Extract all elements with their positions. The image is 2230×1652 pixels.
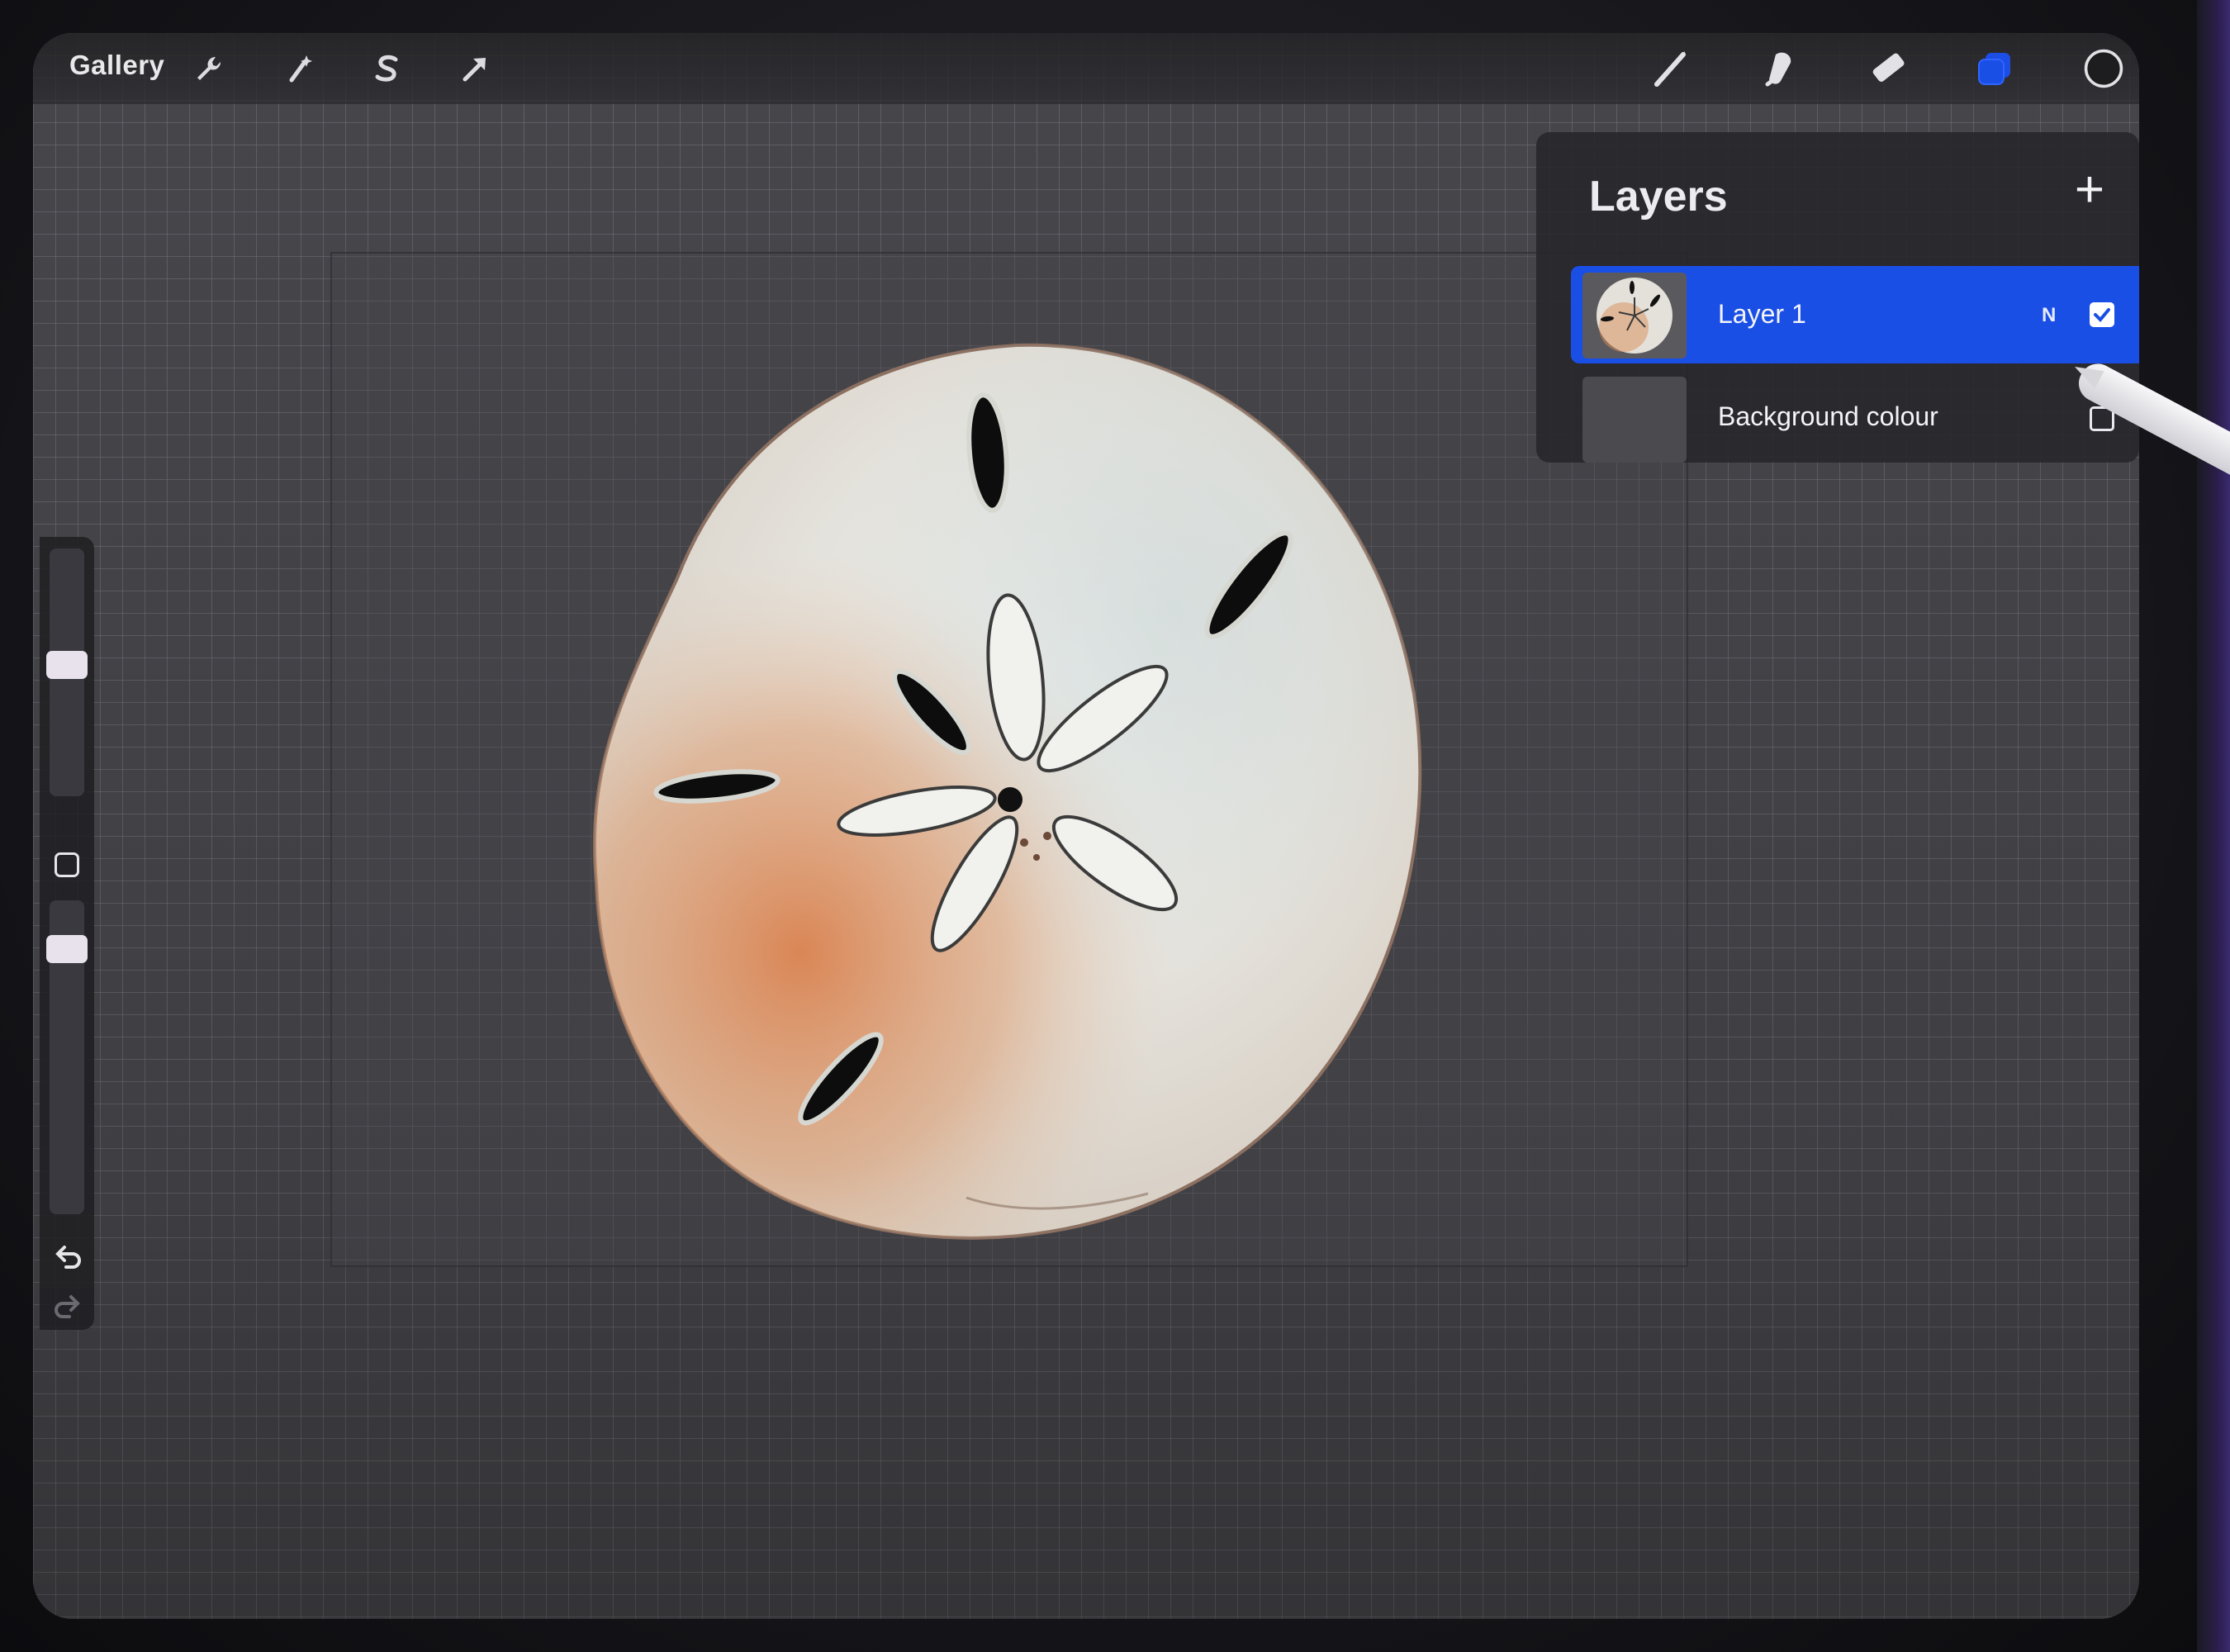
opacity-thumb[interactable] <box>46 935 88 963</box>
layer-visibility-checkbox[interactable] <box>2090 302 2114 327</box>
layers-panel: Layers + Layer 1 N Background colour <box>1536 132 2139 463</box>
sand-dollar-artwork[interactable] <box>553 306 1511 1280</box>
redo-icon[interactable] <box>51 1290 84 1323</box>
add-layer-button[interactable]: + <box>2065 164 2114 216</box>
selection-s-icon[interactable] <box>367 48 408 89</box>
layers-title: Layers <box>1589 173 1728 221</box>
layer-thumbnail <box>1582 273 1687 358</box>
device-edge <box>2197 0 2230 1652</box>
undo-icon[interactable] <box>51 1241 84 1274</box>
layer-name: Layer 1 <box>1718 299 1806 329</box>
color-circle-icon[interactable] <box>2083 48 2124 89</box>
smudge-icon[interactable] <box>1759 48 1801 89</box>
eraser-icon[interactable] <box>1867 48 1908 89</box>
layer-row-background-colour[interactable]: Background colour <box>1571 370 2139 468</box>
magic-wand-icon[interactable] <box>279 48 320 89</box>
background-colour-swatch <box>1582 377 1687 463</box>
blend-mode-button[interactable]: N <box>2042 304 2056 327</box>
eyedropper-modify-button[interactable] <box>55 852 79 877</box>
procreate-screen: Gallery Layers + Layer 1 N Background co… <box>33 33 2139 1619</box>
layer-name: Background colour <box>1718 401 1938 431</box>
brush-icon[interactable] <box>1650 48 1691 89</box>
layer-row-layer-1[interactable]: Layer 1 N <box>1571 266 2139 363</box>
brush-size-thumb[interactable] <box>46 651 88 679</box>
top-toolbar: Gallery <box>33 33 2139 104</box>
layers-icon[interactable] <box>1974 48 2015 89</box>
left-sidebar <box>40 537 94 1330</box>
gallery-button[interactable]: Gallery <box>69 50 164 81</box>
wrench-icon[interactable] <box>188 48 230 89</box>
transform-arrow-icon[interactable] <box>454 48 496 89</box>
